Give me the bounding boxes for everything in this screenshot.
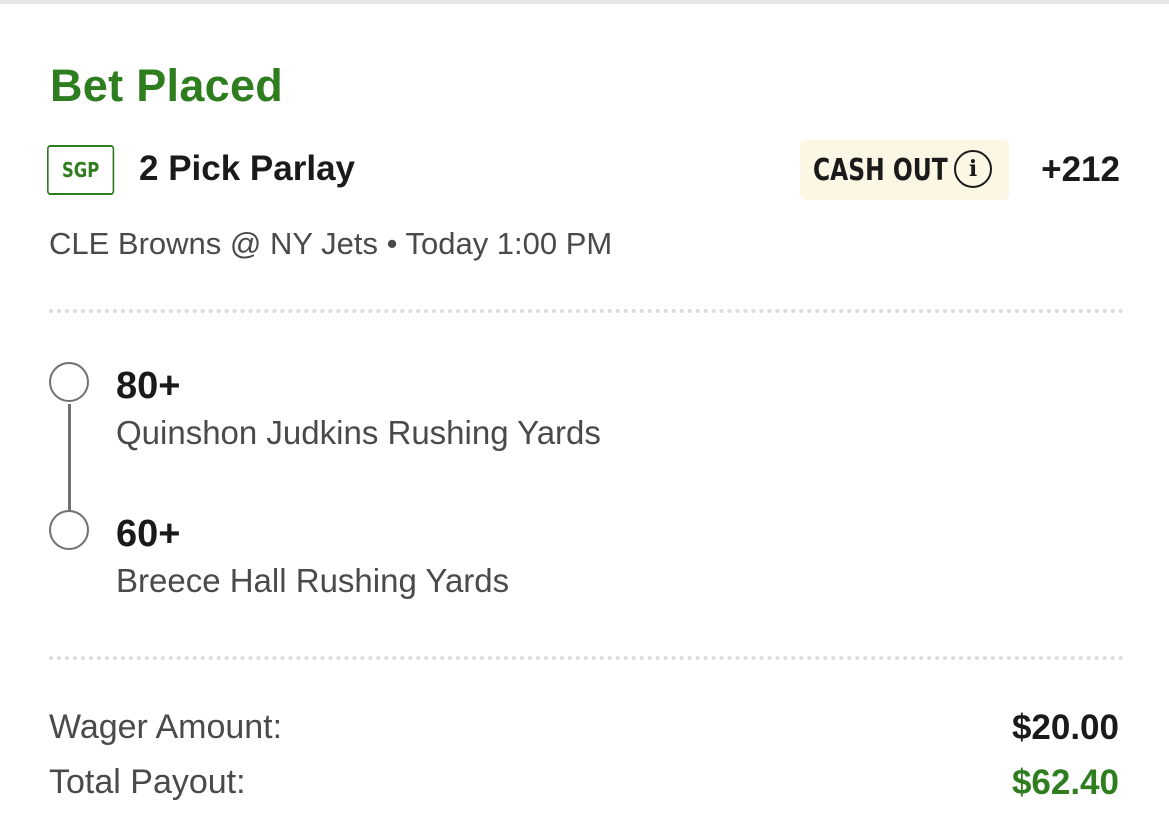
legs-connector-line [68, 404, 71, 514]
parlay-title: 2 Pick Parlay [139, 149, 355, 188]
divider [49, 656, 1124, 660]
leg-status-circle-icon [49, 510, 89, 550]
leg-status-circle-icon [49, 362, 89, 402]
bet-card: Bet Placed SGP 2 Pick Parlay CASH OUT i … [0, 4, 1169, 828]
cash-out-button[interactable]: CASH OUT i [800, 140, 1009, 200]
bet-status-title: Bet Placed [50, 60, 284, 111]
info-circle-icon[interactable]: i [954, 150, 992, 188]
leg-description: Breece Hall Rushing Yards [116, 562, 510, 599]
total-payout-label: Total Payout: [49, 763, 246, 801]
total-payout-value: $62.40 [1011, 763, 1119, 802]
wager-amount-label: Wager Amount: [49, 708, 283, 746]
parlay-odds: +212 [1041, 150, 1120, 189]
leg-value: 60+ [116, 513, 181, 555]
divider [49, 309, 1124, 313]
game-info: CLE Browns @ NY Jets • Today 1:00 PM [49, 226, 613, 261]
cash-out-label: CASH OUT [813, 152, 948, 188]
leg-value: 80+ [116, 365, 181, 407]
leg-description: Quinshon Judkins Rushing Yards [116, 414, 601, 451]
wager-amount-value: $20.00 [1011, 708, 1119, 747]
sgp-badge: SGP [47, 145, 115, 195]
